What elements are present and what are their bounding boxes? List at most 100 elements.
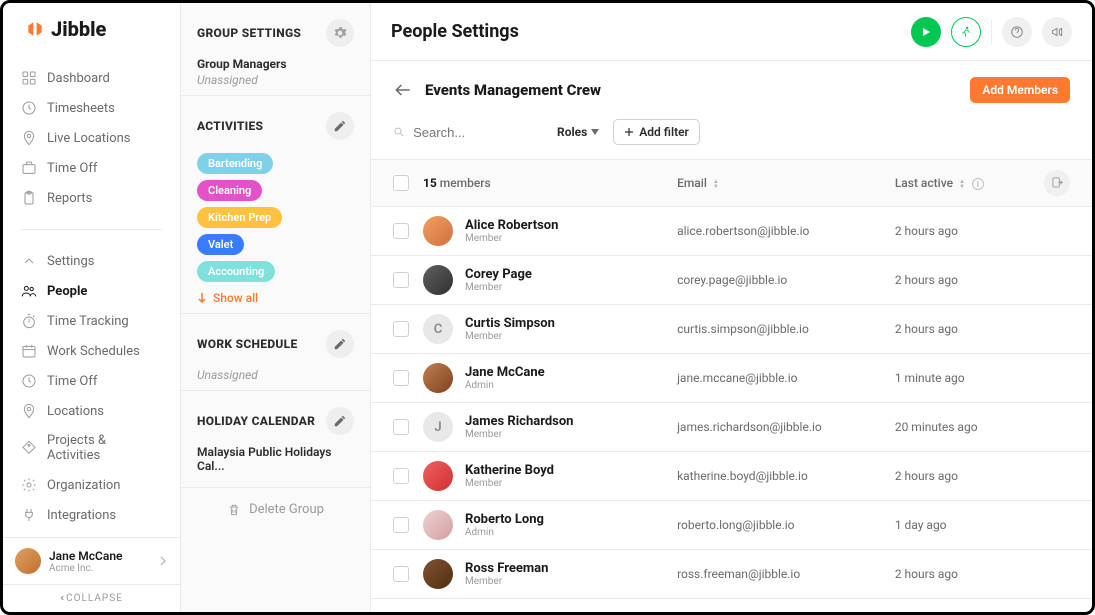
trash-icon (227, 503, 241, 517)
export-icon (1050, 176, 1064, 190)
export-button[interactable] (1044, 170, 1070, 196)
nav-item-work-schedules[interactable]: Work Schedules (3, 336, 180, 366)
add-filter-button[interactable]: Add filter (613, 119, 700, 145)
nav-item-projects-activities[interactable]: Projects & Activities (3, 426, 180, 470)
member-last-active: 1 day ago (895, 518, 1040, 532)
row-checkbox[interactable] (393, 370, 409, 386)
tag-icon (21, 440, 37, 456)
activity-pill-accounting[interactable]: Accounting (197, 261, 275, 282)
member-name: Jane McCane (465, 365, 545, 380)
nav-item-timesheets[interactable]: Timesheets (3, 93, 180, 123)
nav-item-reports[interactable]: Reports (3, 183, 180, 213)
group-settings-gear-button[interactable] (326, 19, 354, 47)
row-checkbox[interactable] (393, 321, 409, 337)
activity-pill-bartending[interactable]: Bartending (197, 153, 273, 174)
people-icon (21, 283, 37, 299)
jibble-logo-icon (25, 19, 45, 39)
delete-group-button[interactable]: Delete Group (181, 487, 370, 523)
member-name: Ross Freeman (465, 561, 548, 576)
clock-in-button[interactable] (911, 17, 941, 47)
table-row[interactable]: Corey Page Member corey.page@jibble.io 2… (371, 256, 1092, 305)
clock-icon (21, 100, 37, 116)
table-row[interactable]: J James Richardson Member james.richards… (371, 403, 1092, 452)
notifications-button[interactable] (1042, 17, 1072, 47)
table-row[interactable]: Ross Freeman Member ross.freeman@jibble.… (371, 550, 1092, 599)
work-schedule-value: Unassigned (197, 368, 354, 382)
member-role: Member (465, 576, 548, 587)
member-name: Katherine Boyd (465, 463, 554, 478)
current-user-company: Acme Inc. (49, 563, 150, 574)
location-pin-icon (21, 130, 37, 146)
nav-item-live-locations[interactable]: Live Locations (3, 123, 180, 153)
nav-item-locations[interactable]: Locations (3, 396, 180, 426)
brand-logo: Jibble (3, 3, 180, 59)
row-checkbox[interactable] (393, 517, 409, 533)
main-sidebar: Jibble DashboardTimesheetsLive Locations… (3, 3, 181, 612)
roles-filter-dropdown[interactable]: Roles (557, 125, 599, 139)
work-schedule-edit-button[interactable] (326, 330, 354, 358)
current-user-name: Jane McCane (49, 549, 150, 563)
nav-item-time-off[interactable]: Time Off (3, 366, 180, 396)
info-icon[interactable]: i (972, 178, 984, 190)
megaphone-icon (1050, 25, 1064, 39)
table-row[interactable]: Roberto Long Admin roberto.long@jibble.i… (371, 501, 1092, 550)
table-row[interactable]: Katherine Boyd Member katherine.boyd@jib… (371, 452, 1092, 501)
nav-item-organization[interactable]: Organization (3, 470, 180, 500)
member-last-active: 2 hours ago (895, 322, 1040, 336)
work-schedule-title: WORK SCHEDULE (197, 337, 298, 351)
member-role: Member (465, 478, 554, 489)
pencil-icon (333, 119, 347, 133)
activity-pill-kitchen-prep[interactable]: Kitchen Prep (197, 207, 282, 228)
avatar (423, 510, 453, 540)
activities-title: ACTIVITIES (197, 119, 263, 133)
show-all-activities-button[interactable]: Show all (197, 291, 354, 305)
row-checkbox[interactable] (393, 566, 409, 582)
avatar: C (423, 314, 453, 344)
table-row[interactable]: C Curtis Simpson Member curtis.simpson@j… (371, 305, 1092, 354)
avatar (423, 216, 453, 246)
nav-item-people[interactable]: People (3, 276, 180, 306)
current-user-card[interactable]: Jane McCane Acme Inc. (3, 537, 180, 584)
user-status-button[interactable] (951, 17, 981, 47)
nav-item-time-off[interactable]: Time Off (3, 153, 180, 183)
chevron-up-icon (21, 253, 37, 269)
member-name: Roberto Long (465, 512, 544, 527)
member-name: Corey Page (465, 267, 532, 282)
table-row[interactable]: Jane McCane Admin jane.mccane@jibble.io … (371, 354, 1092, 403)
email-column-header[interactable]: Email ▲▼ (677, 176, 895, 190)
row-checkbox[interactable] (393, 419, 409, 435)
nav-item-dashboard[interactable]: Dashboard (3, 63, 180, 93)
activity-pill-valet[interactable]: Valet (197, 234, 244, 255)
group-settings-title: GROUP SETTINGS (197, 26, 301, 40)
collapse-sidebar-button[interactable]: ‹‹COLLAPSE (3, 584, 180, 612)
select-all-checkbox[interactable] (393, 175, 409, 191)
group-managers-value: Unassigned (197, 73, 354, 87)
activities-edit-button[interactable] (326, 112, 354, 140)
member-email: alice.robertson@jibble.io (677, 224, 895, 238)
briefcase-icon (21, 160, 37, 176)
member-last-active: 2 hours ago (895, 224, 1040, 238)
member-email: james.richardson@jibble.io (677, 420, 895, 434)
row-checkbox[interactable] (393, 468, 409, 484)
add-members-button[interactable]: Add Members (970, 77, 1070, 103)
row-checkbox[interactable] (393, 272, 409, 288)
nav-item-time-tracking[interactable]: Time Tracking (3, 306, 180, 336)
back-arrow-icon[interactable] (393, 80, 413, 100)
row-checkbox[interactable] (393, 223, 409, 239)
member-email: curtis.simpson@jibble.io (677, 322, 895, 336)
clock-off-icon (21, 373, 37, 389)
clipboard-icon (21, 190, 37, 206)
plug-icon (21, 507, 37, 523)
help-button[interactable] (1002, 17, 1032, 47)
holiday-calendar-edit-button[interactable] (326, 407, 354, 435)
member-last-active: 2 hours ago (895, 273, 1040, 287)
table-row[interactable]: Alice Robertson Member alice.robertson@j… (371, 207, 1092, 256)
chevron-right-icon (158, 556, 168, 566)
nav-item-settings[interactable]: Settings (3, 246, 180, 276)
last-active-column-header[interactable]: Last active ▲▼ i (895, 176, 1040, 191)
member-role: Member (465, 429, 573, 440)
search-input[interactable] (413, 125, 543, 140)
nav-item-integrations[interactable]: Integrations (3, 500, 180, 530)
holiday-calendar-title: HOLIDAY CALENDAR (197, 414, 315, 428)
activity-pill-cleaning[interactable]: Cleaning (197, 180, 262, 201)
